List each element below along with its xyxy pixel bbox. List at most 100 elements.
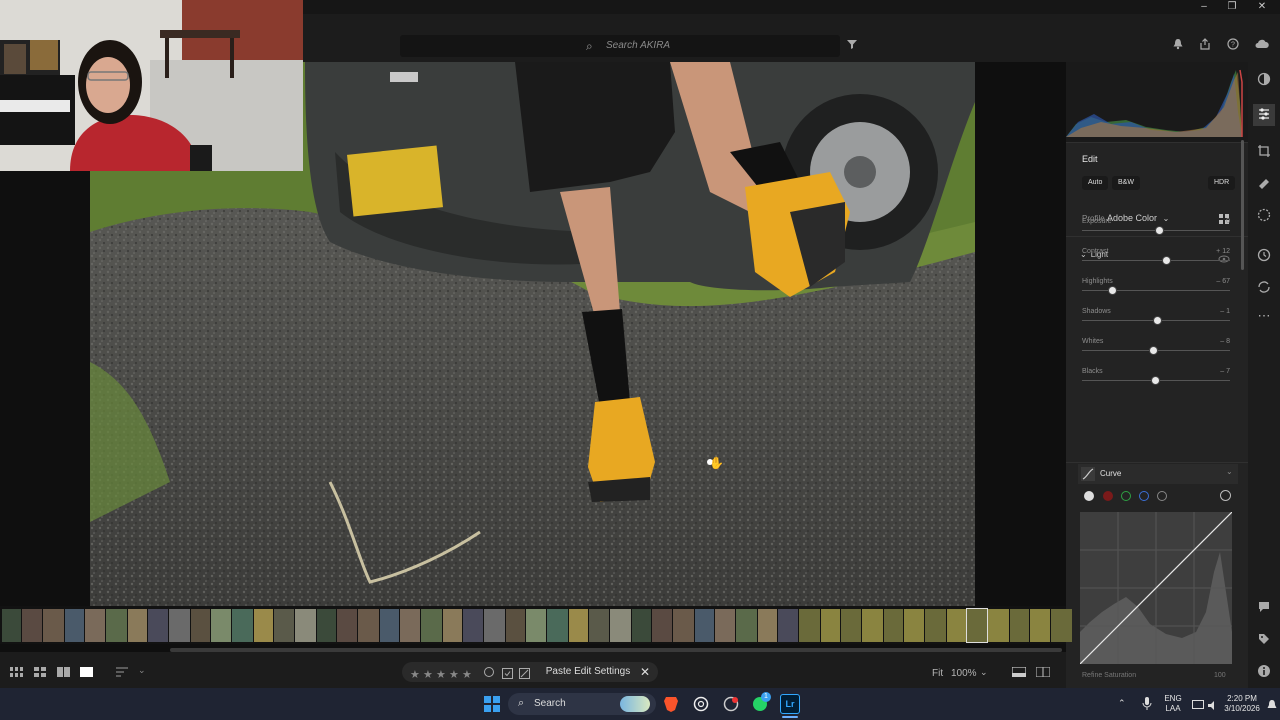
notification-bell-icon[interactable]	[1170, 38, 1186, 54]
filmstrip-thumbnail[interactable]	[2, 609, 21, 642]
filmstrip-thumbnail[interactable]	[1051, 609, 1072, 642]
filmstrip-thumbnail[interactable]	[695, 609, 714, 642]
filmstrip-thumbnail[interactable]	[758, 609, 777, 642]
lightroom-taskbar-icon[interactable]: Lr	[780, 694, 800, 714]
panel-scrollbar[interactable]	[1241, 140, 1244, 270]
restore-button[interactable]: ❐	[1218, 0, 1246, 14]
filmstrip-thumbnail[interactable]	[526, 609, 546, 642]
filmstrip-thumbnail[interactable]	[862, 609, 883, 642]
detail-view-icon[interactable]	[57, 666, 70, 680]
more-options-icon[interactable]: ⋯	[1256, 308, 1272, 324]
filmstrip-thumbnail[interactable]	[295, 609, 316, 642]
curve-section-header[interactable]: Curve ⌄	[1078, 464, 1238, 484]
filmstrip-thumbnail[interactable]	[799, 609, 820, 642]
volume-icon[interactable]	[1208, 698, 1220, 716]
filmstrip-thumbnail[interactable]	[947, 609, 966, 642]
slider-value[interactable]: – 8	[1220, 338, 1230, 345]
filmstrip-thumbnail[interactable]	[85, 609, 105, 642]
slider-handle[interactable]	[1154, 226, 1164, 235]
square-grid-icon[interactable]	[34, 666, 47, 680]
filmstrip-thumbnail[interactable]	[22, 609, 42, 642]
filmstrip-thumbnail[interactable]	[736, 609, 757, 642]
slider-value[interactable]: 0	[1226, 218, 1230, 225]
filmstrip-thumbnail[interactable]	[232, 609, 253, 642]
help-icon[interactable]: ?	[1225, 38, 1241, 54]
filmstrip-thumbnail[interactable]	[925, 609, 946, 642]
share-icon[interactable]	[1197, 38, 1213, 54]
slider-contrast[interactable]: Contrast + 12	[1082, 248, 1232, 278]
filmstrip-thumbnail[interactable]	[673, 609, 694, 642]
cloud-sync-icon[interactable]	[1254, 38, 1270, 54]
chevron-down-icon[interactable]: ⌄	[138, 665, 146, 676]
presets-icon[interactable]	[1256, 72, 1272, 88]
filmstrip-thumbnail[interactable]	[966, 608, 988, 643]
whatsapp-icon[interactable]: 1	[752, 692, 771, 718]
parametric-curve-icon[interactable]	[1157, 491, 1167, 501]
reject-flag-icon[interactable]	[484, 667, 494, 677]
single-view-icon[interactable]	[80, 666, 93, 680]
paste-edit-settings-button[interactable]: Paste Edit Settings	[544, 664, 632, 680]
close-window-button[interactable]: ✕	[1248, 0, 1276, 14]
slider-shadows[interactable]: Shadows – 1	[1082, 308, 1232, 338]
slider-handle[interactable]	[1107, 286, 1117, 295]
chatgpt-icon[interactable]	[693, 696, 709, 717]
filmstrip-thumbnail[interactable]	[421, 609, 442, 642]
recording-app-icon[interactable]	[723, 696, 739, 717]
masking-icon[interactable]	[1256, 208, 1272, 224]
filmstrip-thumbnail[interactable]	[463, 609, 483, 642]
photo-grid-icon[interactable]	[10, 666, 23, 680]
filmstrip-thumbnail[interactable]	[148, 609, 168, 642]
filmstrip-thumbnail[interactable]	[211, 609, 231, 642]
display-icon[interactable]	[1192, 698, 1204, 716]
filmstrip-thumbnail[interactable]	[589, 609, 609, 642]
close-icon[interactable]: ✕	[640, 665, 650, 679]
slider-value[interactable]: + 12	[1216, 248, 1230, 255]
filmstrip-thumbnail[interactable]	[904, 609, 924, 642]
slider-highlights[interactable]: Highlights – 67	[1082, 278, 1232, 308]
filmstrip-thumbnail[interactable]	[988, 609, 1009, 642]
slider-value[interactable]: – 67	[1216, 278, 1230, 285]
star-rating-icon[interactable]: ★	[423, 668, 436, 681]
blue-channel-icon[interactable]	[1139, 491, 1149, 501]
slider-whites[interactable]: Whites – 8	[1082, 338, 1232, 368]
star-rating-icon[interactable]: ★	[410, 668, 423, 681]
filmstrip-thumbnail[interactable]	[191, 609, 210, 642]
slider-handle[interactable]	[1150, 376, 1160, 385]
filmstrip-thumbnail[interactable]	[254, 609, 273, 642]
filmstrip-thumbnail[interactable]	[443, 609, 462, 642]
auto-button[interactable]: Auto	[1082, 176, 1109, 190]
chevron-down-icon[interactable]: ⌄	[980, 667, 988, 678]
zoom-value[interactable]: 100%	[951, 668, 977, 679]
slider-track[interactable]	[1082, 260, 1230, 261]
filmstrip-thumbnail[interactable]	[1010, 609, 1029, 642]
filmstrip-thumbnail[interactable]	[400, 609, 420, 642]
filmstrip-thumbnail[interactable]	[43, 609, 64, 642]
start-menu-icon[interactable]	[484, 696, 500, 717]
sort-icon[interactable]	[116, 666, 128, 680]
filmstrip-thumbnail[interactable]	[484, 609, 505, 642]
brave-browser-icon[interactable]	[664, 696, 678, 712]
edit-sliders-icon[interactable]	[1253, 104, 1275, 126]
crop-icon[interactable]	[1256, 144, 1272, 160]
filmstrip-thumbnail[interactable]	[337, 609, 357, 642]
unflag-icon[interactable]	[519, 666, 530, 684]
tone-curve-graph[interactable]	[1080, 512, 1232, 664]
taskbar-search[interactable]: ⌕ Search	[508, 693, 656, 715]
comments-icon[interactable]	[1256, 600, 1272, 616]
bw-button[interactable]: B&W	[1112, 176, 1140, 190]
history-icon[interactable]	[1256, 248, 1272, 264]
filmstrip-thumbnail[interactable]	[380, 609, 399, 642]
filmstrip-thumbnail[interactable]	[65, 609, 84, 642]
keywords-icon[interactable]	[1256, 632, 1272, 648]
filmstrip-thumbnail[interactable]	[715, 609, 735, 642]
language-indicator[interactable]: ENG LAA	[1160, 694, 1186, 714]
slider-track[interactable]	[1082, 290, 1230, 291]
star-rating-icon[interactable]: ★	[449, 668, 462, 681]
red-channel-icon[interactable]	[1103, 491, 1113, 501]
slider-handle[interactable]	[1153, 316, 1163, 325]
filmstrip-thumbnail[interactable]	[652, 609, 672, 642]
filmstrip-thumbnail[interactable]	[884, 609, 903, 642]
slider-handle[interactable]	[1162, 256, 1172, 265]
filmstrip-thumbnail[interactable]	[358, 609, 379, 642]
slider-blacks[interactable]: Blacks – 7	[1082, 368, 1232, 398]
